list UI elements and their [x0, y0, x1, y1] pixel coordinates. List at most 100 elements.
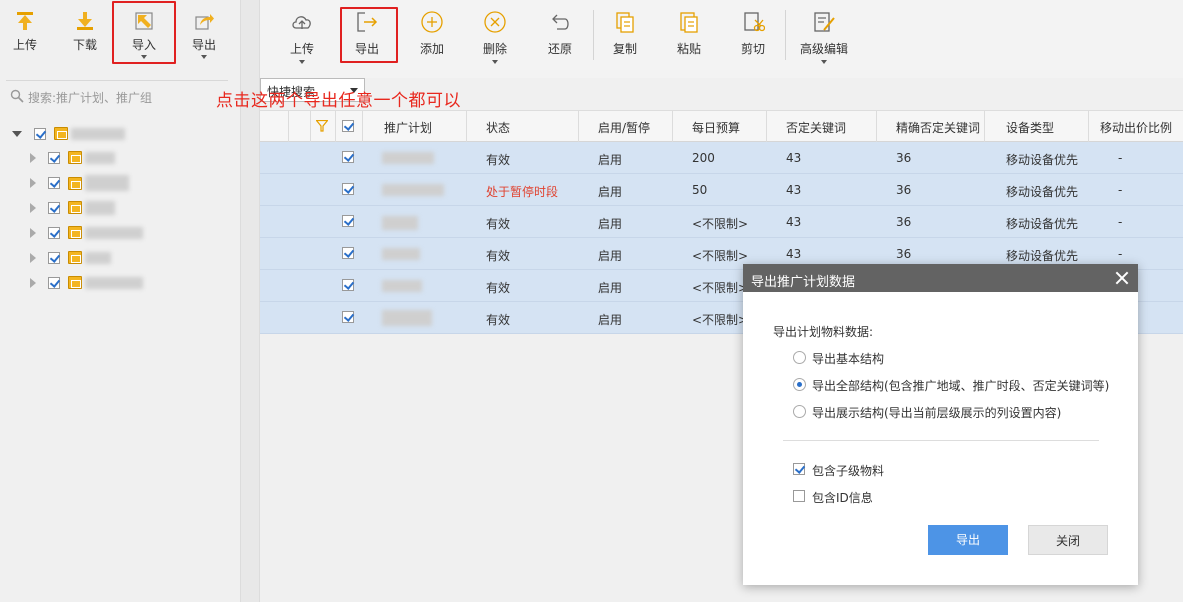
dialog-close-button[interactable]: 关闭	[1028, 525, 1108, 555]
row-enabled[interactable]: 启用	[598, 215, 622, 232]
row-mobile-bid[interactable]: -	[1118, 247, 1122, 261]
tree-checkbox[interactable]	[47, 226, 60, 239]
row-enabled[interactable]: 启用	[598, 151, 622, 168]
redacted-name	[85, 200, 116, 215]
row-exact-negative-keywords[interactable]: 36	[896, 215, 911, 229]
row-negative-keywords[interactable]: 43	[786, 215, 801, 229]
radio-button[interactable]	[793, 405, 806, 418]
checkbox[interactable]	[793, 490, 805, 502]
tree-item[interactable]	[30, 275, 144, 295]
column-separator	[466, 111, 467, 143]
row-budget[interactable]: <不限制>	[692, 311, 748, 328]
left-download-button[interactable]: 下载	[60, 8, 110, 64]
expand-icon[interactable]	[30, 227, 36, 238]
dialog-title-bar[interactable]: 导出推广计划数据	[743, 264, 1138, 292]
left-export-button[interactable]: 导出	[179, 8, 229, 64]
left-upload-button[interactable]: 上传	[0, 8, 50, 64]
restore-button[interactable]: 还原	[532, 10, 588, 72]
row-budget[interactable]: <不限制>	[692, 247, 748, 264]
radio-button[interactable]	[793, 351, 806, 364]
row-checkbox[interactable]	[342, 311, 354, 323]
tree-item[interactable]	[30, 200, 116, 220]
table-row[interactable]: 处于暂停时段 启用 50 43 36 移动设备优先 -	[260, 174, 1183, 206]
column-header-campaign[interactable]: 推广计划	[384, 119, 432, 136]
row-budget[interactable]: 50	[692, 183, 707, 197]
row-enabled[interactable]: 启用	[598, 183, 622, 200]
expand-icon[interactable]	[30, 277, 36, 288]
tree-item[interactable]	[30, 150, 116, 170]
delete-button[interactable]: 删除	[467, 10, 523, 72]
expand-icon[interactable]	[30, 252, 36, 263]
column-header-budget[interactable]: 每日预算	[692, 119, 740, 136]
tree-checkbox[interactable]	[47, 276, 60, 289]
row-device-type[interactable]: 移动设备优先	[1006, 151, 1078, 168]
radio-button[interactable]	[793, 378, 806, 391]
table-row[interactable]: 有效 启用 <不限制> 43 36 移动设备优先 -	[260, 206, 1183, 238]
row-device-type[interactable]: 移动设备优先	[1006, 215, 1078, 232]
column-header-exact-negative-keywords[interactable]: 精确否定关键词	[896, 119, 980, 136]
paste-button[interactable]: 粘贴	[661, 10, 717, 72]
row-budget[interactable]: <不限制>	[692, 279, 748, 296]
radio-label[interactable]: 导出基本结构	[812, 350, 884, 367]
row-enabled[interactable]: 启用	[598, 311, 622, 328]
checkbox[interactable]	[793, 463, 805, 475]
row-negative-keywords[interactable]: 43	[786, 247, 801, 261]
row-negative-keywords[interactable]: 43	[786, 151, 801, 165]
row-mobile-bid[interactable]: -	[1118, 151, 1122, 165]
left-toolbar: 上传 下载 导入 导出	[0, 0, 240, 78]
tree-checkbox[interactable]	[47, 201, 60, 214]
row-device-type[interactable]: 移动设备优先	[1006, 247, 1078, 264]
select-all-checkbox[interactable]	[342, 120, 354, 132]
expand-icon[interactable]	[30, 178, 36, 188]
collapse-icon[interactable]	[12, 130, 22, 137]
row-checkbox[interactable]	[342, 279, 354, 291]
chevron-down-icon	[492, 60, 498, 64]
row-checkbox[interactable]	[342, 151, 354, 163]
cut-button[interactable]: 剪切	[725, 10, 781, 72]
row-budget[interactable]: <不限制>	[692, 215, 748, 232]
checkbox-label[interactable]: 包含子级物料	[812, 462, 884, 479]
column-header-mobile-bid-ratio[interactable]: 移动出价比例	[1100, 119, 1172, 136]
toolbar-separator	[785, 10, 786, 60]
tree-item[interactable]	[30, 175, 130, 195]
row-device-type[interactable]: 移动设备优先	[1006, 183, 1078, 200]
dialog-export-button[interactable]: 导出	[928, 525, 1008, 555]
row-checkbox[interactable]	[342, 247, 354, 259]
row-exact-negative-keywords[interactable]: 36	[896, 183, 911, 197]
row-checkbox[interactable]	[342, 215, 354, 227]
column-header-enabled[interactable]: 启用/暂停	[598, 119, 650, 136]
tree-checkbox[interactable]	[47, 251, 60, 264]
row-enabled[interactable]: 启用	[598, 279, 622, 296]
row-exact-negative-keywords[interactable]: 36	[896, 151, 911, 165]
column-header-status[interactable]: 状态	[486, 119, 510, 136]
checkbox-label[interactable]: 包含ID信息	[812, 489, 873, 506]
expand-icon[interactable]	[30, 202, 36, 213]
left-search-input[interactable]: 搜索:推广计划、推广组	[6, 80, 228, 110]
add-button[interactable]: 添加	[404, 10, 460, 72]
tree-root[interactable]	[12, 126, 126, 146]
row-negative-keywords[interactable]: 43	[786, 183, 801, 197]
row-budget[interactable]: 200	[692, 151, 715, 165]
close-icon[interactable]	[1114, 270, 1130, 286]
column-header-negative-keywords[interactable]: 否定关键词	[786, 119, 846, 136]
tree-item[interactable]	[30, 250, 112, 270]
radio-label[interactable]: 导出全部结构(包含推广地域、推广时段、否定关键词等)	[812, 377, 1109, 394]
table-row[interactable]: 有效 启用 200 43 36 移动设备优先 -	[260, 142, 1183, 174]
row-mobile-bid[interactable]: -	[1118, 215, 1122, 229]
row-checkbox[interactable]	[342, 183, 354, 195]
main-toolbar: 上传 导出 添加 删除 还原 复制 粘贴 剪切 高级编辑	[260, 0, 1183, 78]
radio-label[interactable]: 导出展示结构(导出当前层级展示的列设置内容)	[812, 404, 1061, 421]
row-mobile-bid[interactable]: -	[1118, 183, 1122, 197]
copy-button[interactable]: 复制	[597, 10, 653, 72]
upload-button[interactable]: 上传	[274, 10, 330, 72]
row-enabled[interactable]: 启用	[598, 247, 622, 264]
tree-item[interactable]	[30, 225, 144, 245]
tree-checkbox[interactable]	[47, 177, 60, 189]
expand-icon[interactable]	[30, 152, 36, 163]
filter-icon[interactable]	[316, 120, 328, 132]
column-header-device-type[interactable]: 设备类型	[1006, 119, 1054, 136]
tree-checkbox[interactable]	[33, 127, 46, 140]
row-exact-negative-keywords[interactable]: 36	[896, 247, 911, 261]
tree-checkbox[interactable]	[47, 151, 60, 164]
advanced-edit-button[interactable]: 高级编辑	[794, 10, 854, 72]
